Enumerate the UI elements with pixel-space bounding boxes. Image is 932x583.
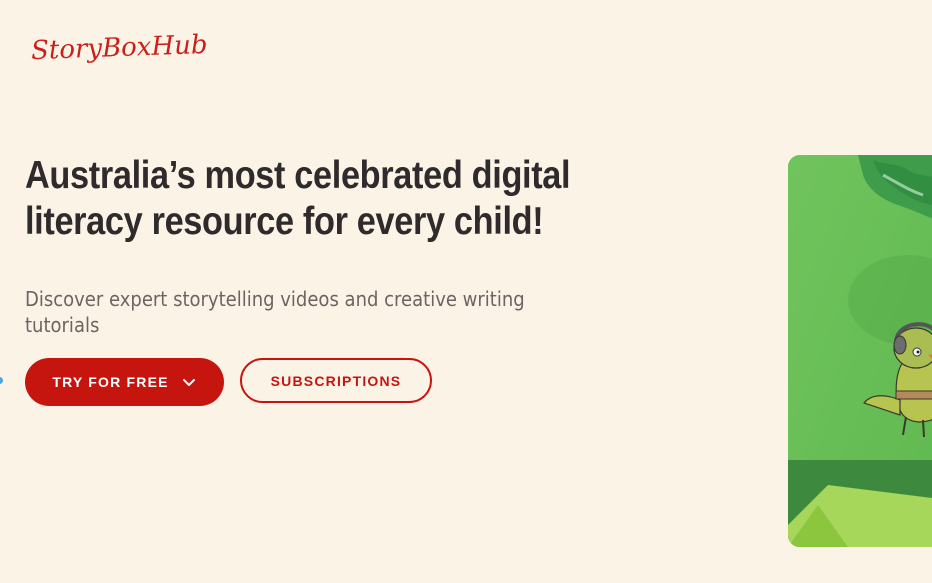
try-for-free-label: TRY FOR FREE (52, 374, 169, 390)
carousel-dot[interactable] (0, 377, 3, 384)
logo-text: StoryBoxHub (30, 29, 208, 67)
brand-logo[interactable]: StoryBoxHub (31, 28, 208, 68)
lizard-illustration (788, 155, 932, 547)
chevron-down-icon (181, 374, 197, 390)
headline-line-1: Australia’s most celebrated digital (25, 154, 571, 197)
subscriptions-label: SUBSCRIPTIONS (270, 372, 402, 389)
try-for-free-button[interactable]: TRY FOR FREE (25, 358, 224, 406)
hero-copy: Australia’s most celebrated digital lite… (25, 153, 665, 337)
hero-subheadline: Discover expert storytelling videos and … (25, 287, 525, 337)
headline-line-2: literacy resource for every child! (25, 200, 544, 243)
hero-headline: Australia’s most celebrated digital lite… (25, 153, 632, 245)
hero-illustration (788, 155, 932, 547)
subscriptions-button[interactable]: SUBSCRIPTIONS (240, 358, 432, 403)
